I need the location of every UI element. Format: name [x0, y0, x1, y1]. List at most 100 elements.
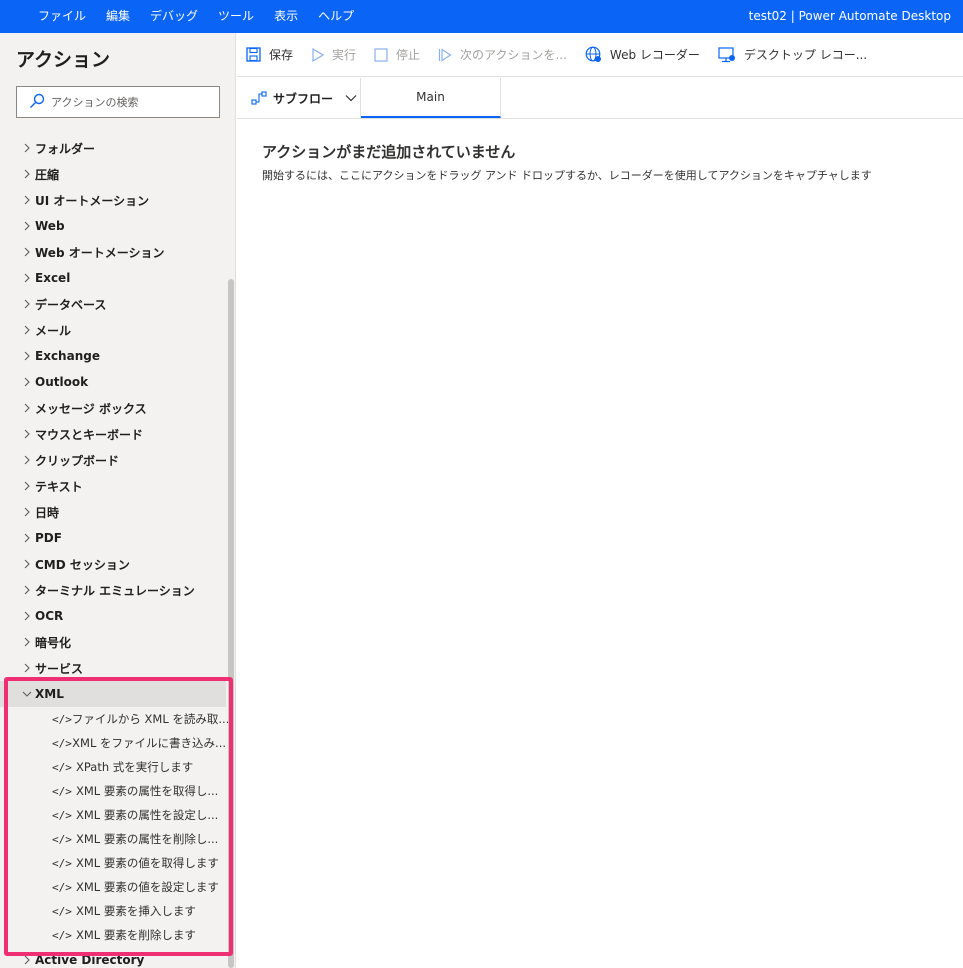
tree-category-label: メール — [35, 323, 72, 338]
step-next-icon — [438, 47, 452, 62]
tree-category[interactable]: XML — [0, 681, 226, 707]
tree-category-label: メッセージ ボックス — [35, 401, 147, 416]
chevron-right-icon — [20, 953, 34, 967]
code-icon: </> — [52, 928, 72, 942]
web-recorder-button[interactable]: Web レコーダー — [585, 46, 700, 63]
tree-category[interactable]: Active Directory — [0, 947, 226, 968]
tree-category[interactable]: 圧縮 — [0, 161, 226, 187]
tree-category[interactable]: CMD セッション — [0, 551, 226, 577]
tree-category[interactable]: メール — [0, 317, 226, 343]
desktop-recorder-label: デスクトップ レコー... — [743, 48, 868, 62]
action-item-label: XML 要素の属性を設定し... — [76, 808, 219, 822]
window-title: test02 | Power Automate Desktop — [748, 9, 951, 23]
tree-category-label: Excel — [35, 271, 71, 285]
run-button[interactable]: 実行 — [311, 46, 356, 63]
action-item[interactable]: </> XML 要素の値を取得します — [0, 851, 226, 875]
empty-canvas-title: アクションがまだ追加されていません — [262, 143, 516, 161]
tree-category[interactable]: 暗号化 — [0, 629, 226, 655]
action-search-input[interactable] — [51, 95, 211, 109]
tab-main[interactable]: Main — [361, 78, 501, 118]
action-item[interactable]: </> XML 要素を挿入します — [0, 899, 226, 923]
action-item-label: XML 要素の値を設定します — [76, 880, 219, 894]
tree-category[interactable]: クリップボード — [0, 447, 226, 473]
tree-category-label: Outlook — [35, 375, 89, 389]
code-icon: </> — [52, 712, 72, 726]
action-search-box[interactable] — [16, 86, 220, 118]
subflow-dropdown[interactable]: サブフロー — [237, 78, 361, 118]
chevron-right-icon — [20, 505, 34, 519]
tree-category[interactable]: UI オートメーション — [0, 187, 226, 213]
action-item-label: XML をファイルに書き込み... — [72, 736, 226, 750]
actions-panel-title: アクション — [16, 49, 111, 71]
menu-file[interactable]: ファイル — [38, 0, 86, 33]
chevron-right-icon — [20, 531, 34, 545]
chevron-right-icon — [20, 375, 34, 389]
tree-category-label: PDF — [35, 531, 62, 545]
tree-category[interactable]: Web オートメーション — [0, 239, 226, 265]
scrollbar[interactable] — [228, 279, 234, 968]
tree-category[interactable]: Excel — [0, 265, 226, 291]
chevron-right-icon — [20, 557, 34, 571]
play-icon — [311, 47, 325, 62]
menu-edit[interactable]: 編集 — [106, 0, 130, 33]
tree-category[interactable]: Web — [0, 213, 226, 239]
menu-view[interactable]: 表示 — [274, 0, 298, 33]
toolbar: 保存 実行 停止 次のアクションを... Web レコーダー デスクトップ レコ… — [237, 33, 963, 77]
menu-tools[interactable]: ツール — [218, 0, 254, 33]
tree-category-label: サービス — [35, 661, 84, 676]
action-item[interactable]: </> XML 要素の属性を取得し... — [0, 779, 226, 803]
tree-category[interactable]: Outlook — [0, 369, 226, 395]
tab-bar: サブフロー Main — [237, 78, 963, 119]
web-recorder-label: Web レコーダー — [609, 48, 700, 62]
chevron-right-icon — [20, 583, 34, 597]
tree-category[interactable]: マウスとキーボード — [0, 421, 226, 447]
tree-category-label: OCR — [35, 609, 64, 623]
action-item[interactable]: </> XML をファイルに書き込み... — [0, 731, 226, 755]
action-item[interactable]: </> XML 要素の値を設定します — [0, 875, 226, 899]
chevron-right-icon — [20, 245, 34, 259]
chevron-down-icon — [20, 687, 34, 701]
tree-category-label: XML — [35, 687, 64, 701]
tree-category[interactable]: データベース — [0, 291, 226, 317]
action-item-label: XML 要素を挿入します — [76, 904, 196, 918]
menu-help[interactable]: ヘルプ — [318, 0, 354, 33]
tree-category-label: ターミナル エミュレーション — [35, 583, 195, 598]
tree-category[interactable]: Exchange — [0, 343, 226, 369]
tree-category-label: Exchange — [35, 349, 100, 363]
chevron-right-icon — [20, 141, 34, 155]
tree-category[interactable]: テキスト — [0, 473, 226, 499]
tree-category[interactable]: 日時 — [0, 499, 226, 525]
tree-category-label: テキスト — [35, 479, 83, 494]
chevron-right-icon — [20, 479, 34, 493]
action-item[interactable]: </> XML 要素の属性を設定し... — [0, 803, 226, 827]
save-button[interactable]: 保存 — [246, 46, 293, 63]
search-icon — [29, 93, 45, 112]
desktop-recorder-button[interactable]: デスクトップ レコー... — [718, 46, 867, 63]
tree-category-label: Web オートメーション — [35, 245, 165, 260]
tree-category[interactable]: PDF — [0, 525, 226, 551]
tree-category[interactable]: メッセージ ボックス — [0, 395, 226, 421]
action-item[interactable]: </> XML 要素の属性を削除し... — [0, 827, 226, 851]
menu-bar: ファイル 編集 デバッグ ツール 表示 ヘルプ test02 | Power A… — [0, 0, 963, 33]
tree-category[interactable]: サービス — [0, 655, 226, 681]
chevron-right-icon — [20, 453, 34, 467]
tree-category[interactable]: ターミナル エミュレーション — [0, 577, 226, 603]
chevron-right-icon — [20, 323, 34, 337]
stop-icon — [374, 47, 388, 62]
next-action-button[interactable]: 次のアクションを... — [438, 46, 567, 63]
tree-category-label: CMD セッション — [35, 557, 130, 572]
save-label: 保存 — [269, 48, 294, 62]
chevron-right-icon — [20, 661, 34, 675]
tree-category[interactable]: フォルダー — [0, 135, 226, 161]
globe-icon — [585, 46, 602, 63]
action-item-label: XML 要素を削除します — [76, 928, 196, 942]
action-item[interactable]: </> XPath 式を実行します — [0, 755, 226, 779]
action-item-label: XML 要素の属性を取得し... — [76, 784, 219, 798]
tree-category[interactable]: OCR — [0, 603, 226, 629]
chevron-right-icon — [20, 349, 34, 363]
code-icon: </> — [52, 904, 72, 918]
action-item[interactable]: </> ファイルから XML を読み取... — [0, 707, 229, 731]
action-item[interactable]: </> XML 要素を削除します — [0, 923, 226, 947]
stop-button[interactable]: 停止 — [374, 46, 420, 63]
menu-debug[interactable]: デバッグ — [150, 0, 198, 33]
